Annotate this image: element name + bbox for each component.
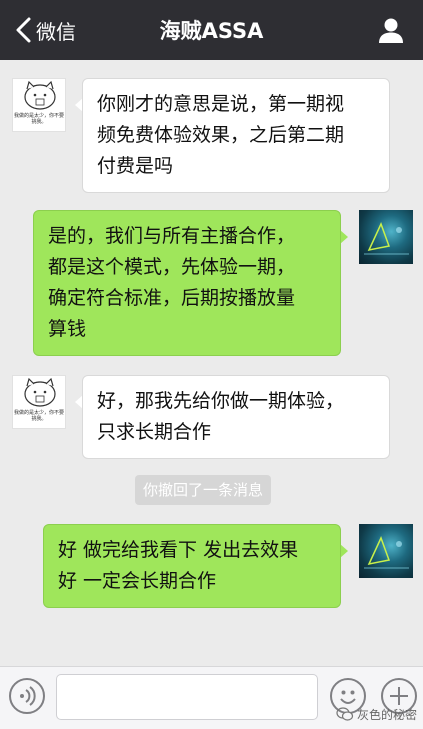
recall-notice: 你撤回了一条消息 bbox=[135, 475, 272, 505]
message-input[interactable] bbox=[56, 674, 318, 720]
cat-sticker-icon bbox=[24, 377, 56, 407]
nav-bar: 微信 海贼ASSA bbox=[0, 0, 423, 60]
chat-title: 海贼ASSA bbox=[159, 19, 264, 43]
watermark: 灰色的秘密 bbox=[336, 705, 417, 723]
person-icon[interactable] bbox=[377, 16, 405, 44]
avatar-self[interactable] bbox=[359, 210, 413, 264]
watermark-text: 灰色的秘密 bbox=[356, 707, 417, 722]
message-bubble-outgoing[interactable]: 好 做完给我看下 发出去效果 好 一定会长期合作 bbox=[43, 524, 341, 608]
avatar-caption: 我做的是太少，你不要挑我。 bbox=[14, 113, 65, 125]
bubble-tail bbox=[340, 230, 348, 244]
voice-button[interactable] bbox=[9, 678, 45, 714]
avatar-caption: 我做的是太少，你不要挑我。 bbox=[14, 410, 65, 422]
bubble-tail bbox=[340, 544, 348, 558]
avatar-contact[interactable]: 我做的是太少，你不要挑我。 bbox=[12, 375, 66, 429]
message-bubble-outgoing[interactable]: 是的，我们与所有主播合作， 都是这个模式，先体验一期， 确定符合标准，后期按播放… bbox=[33, 210, 341, 356]
tech-avatar-icon bbox=[364, 222, 409, 255]
wechat-icon bbox=[336, 707, 354, 721]
chat-area[interactable]: 我做的是太少，你不要挑我。 你刚才的意思是说，第一期视 频免费体验效果，之后第二… bbox=[0, 60, 423, 666]
tech-avatar-icon bbox=[364, 536, 409, 569]
voice-icon bbox=[20, 686, 36, 706]
cat-sticker-icon bbox=[24, 80, 56, 110]
avatar-self[interactable] bbox=[359, 524, 413, 578]
message-bubble-incoming[interactable]: 你刚才的意思是说，第一期视 频免费体验效果，之后第二期 付费是吗 bbox=[82, 78, 390, 193]
message-bubble-incoming[interactable]: 好，那我先给你做一期体验， 只求长期合作 bbox=[82, 375, 390, 459]
avatar-contact[interactable]: 我做的是太少，你不要挑我。 bbox=[12, 78, 66, 132]
